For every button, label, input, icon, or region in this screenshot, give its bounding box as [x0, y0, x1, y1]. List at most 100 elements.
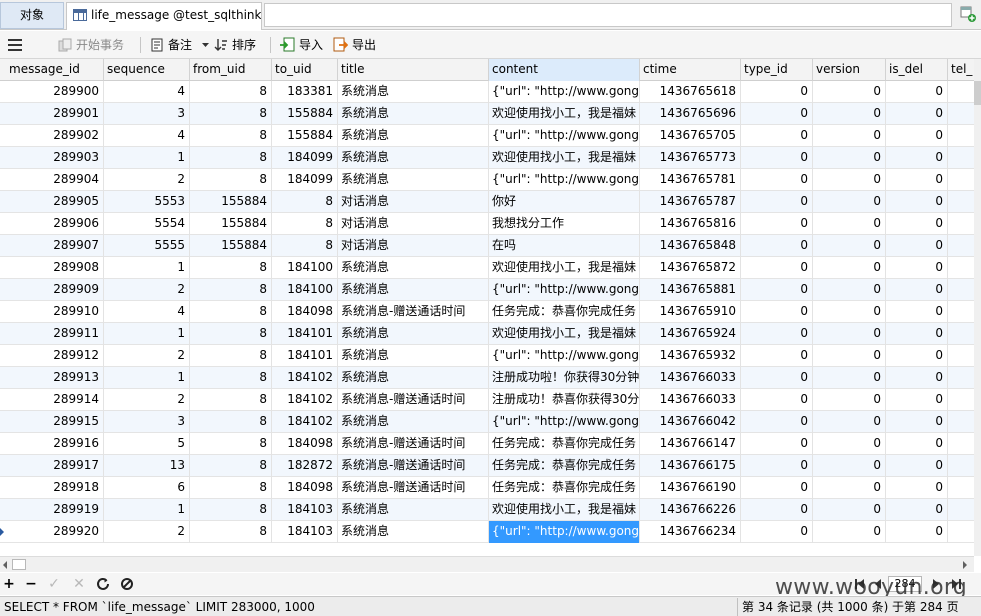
- refresh-icon[interactable]: [95, 576, 111, 592]
- cell-from-uid[interactable]: 8: [190, 81, 272, 103]
- cell-content[interactable]: 欢迎使用找小工，我是福妹: [489, 103, 640, 125]
- cell-type-id[interactable]: 0: [741, 147, 813, 169]
- cell-content[interactable]: {"url": "http://www.gongre: [489, 411, 640, 433]
- table-row[interactable]: 289910 4 8 184098 系统消息-赠送通话时间 任务完成：恭喜你完成任务 143…: [0, 301, 974, 323]
- cell-sequence[interactable]: 1: [104, 499, 190, 521]
- cell-to-uid[interactable]: 184099: [272, 147, 338, 169]
- cell-title[interactable]: 系统消息: [338, 279, 489, 301]
- cell-version[interactable]: 0: [813, 103, 886, 125]
- cell-ctime[interactable]: 1436766175: [640, 455, 741, 477]
- cell-version[interactable]: 0: [813, 301, 886, 323]
- cell-from-uid[interactable]: 8: [190, 323, 272, 345]
- cell-sequence[interactable]: 5553: [104, 191, 190, 213]
- cell-content[interactable]: 欢迎使用找小工，我是福妹: [489, 257, 640, 279]
- cell-is-del[interactable]: 0: [886, 125, 948, 147]
- cell-type-id[interactable]: 0: [741, 433, 813, 455]
- cell-ctime[interactable]: 1436765787: [640, 191, 741, 213]
- cell-from-uid[interactable]: 8: [190, 499, 272, 521]
- export-button[interactable]: 导出: [333, 35, 376, 55]
- cell-type-id[interactable]: 0: [741, 367, 813, 389]
- cell-to-uid[interactable]: 184100: [272, 279, 338, 301]
- cell-to-uid[interactable]: 184098: [272, 301, 338, 323]
- scroll-left-icon[interactable]: [3, 561, 7, 569]
- table-row[interactable]: 289905 5553 155884 8 对话消息 你好 1436765787 0 0 0: [0, 191, 974, 213]
- cell-version[interactable]: 0: [813, 323, 886, 345]
- cell-title[interactable]: 系统消息: [338, 103, 489, 125]
- table-row[interactable]: 289920 2 8 184103 系统消息 {"url": "http://www.go…: [0, 521, 974, 543]
- cell-message-id[interactable]: 289908: [6, 257, 104, 279]
- cell-content[interactable]: {"url": "http://www.gongre: [489, 345, 640, 367]
- cell-from-uid[interactable]: 8: [190, 147, 272, 169]
- cell-message-id[interactable]: 289906: [6, 213, 104, 235]
- cell-to-uid[interactable]: 184101: [272, 345, 338, 367]
- cell-type-id[interactable]: 0: [741, 521, 813, 543]
- cell-title[interactable]: 系统消息: [338, 81, 489, 103]
- cell-sequence[interactable]: 3: [104, 411, 190, 433]
- cell-version[interactable]: 0: [813, 191, 886, 213]
- stop-icon[interactable]: [119, 576, 135, 592]
- cell-version[interactable]: 0: [813, 389, 886, 411]
- table-row[interactable]: 289911 1 8 184101 系统消息 欢迎使用找小工，我是福妹 1436765924…: [0, 323, 974, 345]
- cell-ctime[interactable]: 1436765932: [640, 345, 741, 367]
- cell-type-id[interactable]: 0: [741, 81, 813, 103]
- cell-ctime[interactable]: 1436765618: [640, 81, 741, 103]
- cell-is-del[interactable]: 0: [886, 323, 948, 345]
- cell-title[interactable]: 系统消息: [338, 169, 489, 191]
- cell-sequence[interactable]: 1: [104, 367, 190, 389]
- column-header-sequence[interactable]: sequence: [104, 59, 190, 81]
- cell-to-uid[interactable]: 184101: [272, 323, 338, 345]
- cell-type-id[interactable]: 0: [741, 235, 813, 257]
- cell-message-id[interactable]: 289915: [6, 411, 104, 433]
- memo-button[interactable]: 备注: [150, 35, 210, 55]
- cell-sequence[interactable]: 2: [104, 521, 190, 543]
- cell-message-id[interactable]: 289916: [6, 433, 104, 455]
- cell-version[interactable]: 0: [813, 521, 886, 543]
- cell-type-id[interactable]: 0: [741, 301, 813, 323]
- cell-from-uid[interactable]: 8: [190, 477, 272, 499]
- cell-sequence[interactable]: 1: [104, 257, 190, 279]
- cell-to-uid[interactable]: 184102: [272, 367, 338, 389]
- table-row[interactable]: 289916 5 8 184098 系统消息-赠送通话时间 任务完成：恭喜你完成任务 143…: [0, 433, 974, 455]
- menu-icon[interactable]: [8, 38, 22, 52]
- dropdown-arrow-icon[interactable]: [201, 41, 210, 49]
- table-row[interactable]: 289908 1 8 184100 系统消息 欢迎使用找小工，我是福妹 1436765872…: [0, 257, 974, 279]
- cell-sequence[interactable]: 13: [104, 455, 190, 477]
- cell-message-id[interactable]: 289917: [6, 455, 104, 477]
- cell-from-uid[interactable]: 8: [190, 301, 272, 323]
- cell-title[interactable]: 对话消息: [338, 213, 489, 235]
- cell-ctime[interactable]: 1436766033: [640, 389, 741, 411]
- cell-message-id[interactable]: 289904: [6, 169, 104, 191]
- column-header-message-id[interactable]: message_id: [6, 59, 104, 81]
- column-header-to-uid[interactable]: to_uid: [272, 59, 338, 81]
- cell-version[interactable]: 0: [813, 433, 886, 455]
- cell-from-uid[interactable]: 8: [190, 367, 272, 389]
- cell-title[interactable]: 系统消息: [338, 257, 489, 279]
- vertical-scrollbar[interactable]: [974, 59, 981, 556]
- cell-type-id[interactable]: 0: [741, 125, 813, 147]
- cell-version[interactable]: 0: [813, 345, 886, 367]
- cell-content[interactable]: 任务完成：恭喜你完成任务: [489, 301, 640, 323]
- cell-ctime[interactable]: 1436765705: [640, 125, 741, 147]
- cell-version[interactable]: 0: [813, 499, 886, 521]
- cell-message-id[interactable]: 289902: [6, 125, 104, 147]
- cell-is-del[interactable]: 0: [886, 345, 948, 367]
- cell-title[interactable]: 系统消息-赠送通话时间: [338, 455, 489, 477]
- cell-is-del[interactable]: 0: [886, 521, 948, 543]
- cell-content[interactable]: {"url": "http://www.gongre: [489, 125, 640, 147]
- cell-from-uid[interactable]: 8: [190, 125, 272, 147]
- cell-type-id[interactable]: 0: [741, 411, 813, 433]
- cell-version[interactable]: 0: [813, 411, 886, 433]
- begin-transaction-button[interactable]: 开始事务: [58, 35, 124, 55]
- cell-from-uid[interactable]: 8: [190, 169, 272, 191]
- cell-content[interactable]: {"url": "http://www.gongre: [489, 279, 640, 301]
- cell-content[interactable]: 注册成功！恭喜你获得30分: [489, 389, 640, 411]
- apply-changes-icon[interactable]: ✓: [46, 576, 62, 592]
- table-row[interactable]: 289913 1 8 184102 系统消息 注册成功啦！你获得30分钟 143676603…: [0, 367, 974, 389]
- cell-content[interactable]: 欢迎使用找小工，我是福妹: [489, 499, 640, 521]
- column-header-ctime[interactable]: ctime: [640, 59, 741, 81]
- column-header-tel[interactable]: tel_: [948, 59, 974, 81]
- cell-sequence[interactable]: 2: [104, 345, 190, 367]
- cell-is-del[interactable]: 0: [886, 213, 948, 235]
- cell-type-id[interactable]: 0: [741, 103, 813, 125]
- cell-to-uid[interactable]: 184098: [272, 433, 338, 455]
